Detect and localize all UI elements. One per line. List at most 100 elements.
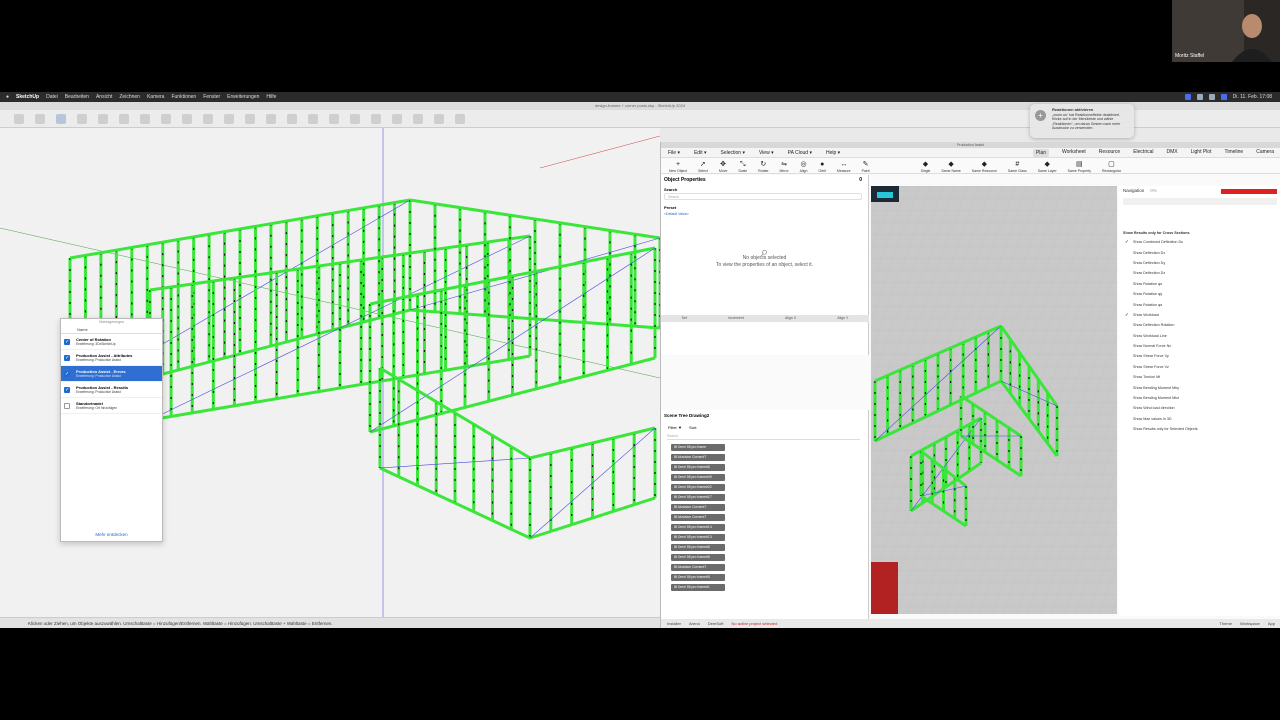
pa-menu-view[interactable]: View ▾ [759,150,774,156]
overlay-checkbox[interactable] [64,402,70,409]
sketchup-tool-icon[interactable] [56,113,66,124]
tool-orbit[interactable]: ● Orbit [818,161,826,173]
sketchup-tool-icon[interactable] [350,113,360,124]
scene-tree-item[interactable]: ⊞ Aluvision Corner#7 [671,454,725,461]
app-button[interactable]: App [1268,619,1275,628]
scene-tree-item[interactable]: ⊞ Aluvision Corner#7 [671,514,725,521]
sketchup-tool-icon[interactable] [14,113,24,124]
scene-tree-item[interactable]: ⊞ Omni 55 pro frame#17 [671,494,725,501]
sketchup-tool-icon[interactable] [224,113,234,124]
tab-worksheet[interactable]: Worksheet [1062,149,1086,157]
result-option-row[interactable]: Show Bending Moment Mbz [1119,393,1280,403]
result-option-row[interactable]: Show Shear Force Vz [1119,362,1280,372]
scene-tree-item[interactable]: ⊞ Omni 55 pro frame [671,444,725,451]
result-option-row[interactable]: ✓ Show Workload [1119,310,1280,320]
wifi-icon[interactable] [1196,94,1203,100]
result-option-row[interactable]: Show Deflection Rotation [1119,320,1280,330]
tab-light-plot[interactable]: Light Plot [1191,149,1212,157]
overlay-row[interactable]: ✓ Production Assist - Attributes Erweiteru… [61,350,162,366]
tab-electrical[interactable]: Electrical [1133,149,1153,157]
result-option-row[interactable]: Show Workload Line [1119,331,1280,341]
sketchup-tool-icon[interactable] [329,113,339,124]
tool-new-object[interactable]: + New Object [669,161,687,173]
tool-same-layer[interactable]: ◆ Same Layer [1038,161,1057,173]
result-option-row[interactable]: Show Results only for Selected Objects [1119,424,1280,434]
theme-button[interactable]: Theme [1219,619,1231,628]
tab-resource[interactable]: Resource [1099,149,1120,157]
tool-scale[interactable]: ⤡ Scale [738,161,747,173]
scene-tree-item[interactable]: ⊞ Omni 55 pro frame#5 [671,554,725,561]
tab-plan[interactable]: Plan [1032,148,1049,157]
frame-wall[interactable] [368,246,657,434]
tool-single[interactable]: ◆ Single [921,161,931,173]
sketchup-tool-icon[interactable] [140,113,150,124]
zoom-status-icon[interactable] [1184,94,1191,100]
tool-select[interactable]: ➚ Select [698,161,708,173]
option-checkbox[interactable]: ✓ [1125,312,1130,318]
pa-3d-view[interactable] [871,186,1117,614]
sketchup-tool-icon[interactable] [266,113,276,124]
sketchup-tool-icon[interactable] [98,113,108,124]
sketchup-tool-icon[interactable] [287,113,297,124]
sketchup-tool-icon[interactable] [35,113,45,124]
pa-menu-selection[interactable]: Selection ▾ [720,150,744,156]
control-center-icon[interactable] [1220,94,1227,100]
overlay-row[interactable]: ✓ Production Assist - Errors Erweiterung: … [61,366,162,382]
result-option-row[interactable]: Show Max values in 3D [1119,414,1280,424]
result-option-row[interactable]: Show Normal Force Nx [1119,341,1280,351]
sketchup-tool-icon[interactable] [119,113,129,124]
overlay-row[interactable]: ✓ Production Assist - Results Erweiterung:… [61,382,162,398]
status-deersoft[interactable]: DeerSoft [708,619,724,628]
scene-tree-item[interactable]: ⊞ Omni 55 pro frame#5 [671,574,725,581]
status-arena[interactable]: Arena [689,619,700,628]
object-search-input[interactable]: Search [664,193,862,200]
scene-tree-item[interactable]: ⊞ Omni 55 pro frame#13 [671,534,725,541]
sketchup-tool-icon[interactable] [203,113,213,124]
overlay-row[interactable]: Standortnadel Erweiterung: Ort hinzufügen [61,398,162,414]
menu-app-name[interactable]: SketchUp [16,94,39,100]
mode-tab-increment[interactable]: Increment [728,315,744,322]
preset-select[interactable]: <Default Value> [661,212,868,216]
result-option-row[interactable]: Show Wind load direction [1119,403,1280,413]
sketchup-tool-icon[interactable] [434,113,444,124]
result-option-row[interactable]: Show Torsion Mt [1119,372,1280,382]
mode-tab-align-x[interactable]: Align X [785,315,796,322]
result-option-row[interactable]: Show Rotation φz [1119,299,1280,309]
zoom-reactions-notification[interactable]: + Reaktionen aktivieren „zoom.us“ hat Re… [1030,104,1134,138]
menu-datei[interactable]: Datei [46,94,58,100]
result-option-row[interactable]: Show Rotation φx [1119,279,1280,289]
sketchup-tool-icon[interactable] [182,113,192,124]
filter-icon[interactable]: ▼ [678,425,682,430]
tool-same-resource[interactable]: ◆ Same Resource [972,161,997,173]
tool-mirror[interactable]: ⇋ Mirror [779,161,788,173]
scene-tree-item[interactable]: ⊞ Omni 55 pro frame#49 [671,474,725,481]
tool-rotate[interactable]: ↻ Rotate [758,161,768,173]
menu-zeichnen[interactable]: Zeichnen [119,94,140,100]
mode-tab-align-y[interactable]: Align Y [837,315,848,322]
result-option-row[interactable]: Show Deflection Dz [1119,268,1280,278]
sketchup-tool-icon[interactable] [371,113,381,124]
sketchup-tool-icon[interactable] [413,113,423,124]
scene-tree-item[interactable]: ⊞ Omni 55 pro frame#22 [671,484,725,491]
sort-button[interactable]: Sort [689,425,696,430]
tab-timeline[interactable]: Timeline [1224,149,1243,157]
result-option-row[interactable]: Show Rotation φy [1119,289,1280,299]
battery-icon[interactable] [1208,94,1215,100]
tool-same-class[interactable]: # Same Class [1008,161,1027,173]
overlay-checkbox[interactable]: ✓ [64,386,70,393]
scene-tree-item[interactable]: ⊞ Omni 55 pro frame#6 [671,464,725,471]
pa-3d-canvas[interactable] [871,186,1117,614]
mode-tab-set[interactable]: Set [682,315,687,322]
navigation-icon-strip[interactable] [1123,198,1277,205]
menu-bearbeiten[interactable]: Bearbeiten [65,94,89,100]
result-option-row[interactable]: Show Bending Moment Mby [1119,382,1280,392]
menu-ansicht[interactable]: Ansicht [96,94,112,100]
discover-more-link[interactable]: Mehr entdecken [61,532,162,537]
overlay-checkbox[interactable]: ✓ [64,354,70,361]
scene-tree-item[interactable]: ⊞ Aluvision Corner#7 [671,504,725,511]
scene-tree-item[interactable]: ⊞ Omni 55 pro frame#14 [671,524,725,531]
frame-wall[interactable] [378,366,532,540]
menubar-clock[interactable]: Di. 11. Feb. 17:08 [1233,94,1272,100]
tool-measure[interactable]: ↔ Measure [837,161,851,173]
tool-move[interactable]: ✥ Move [719,161,728,173]
